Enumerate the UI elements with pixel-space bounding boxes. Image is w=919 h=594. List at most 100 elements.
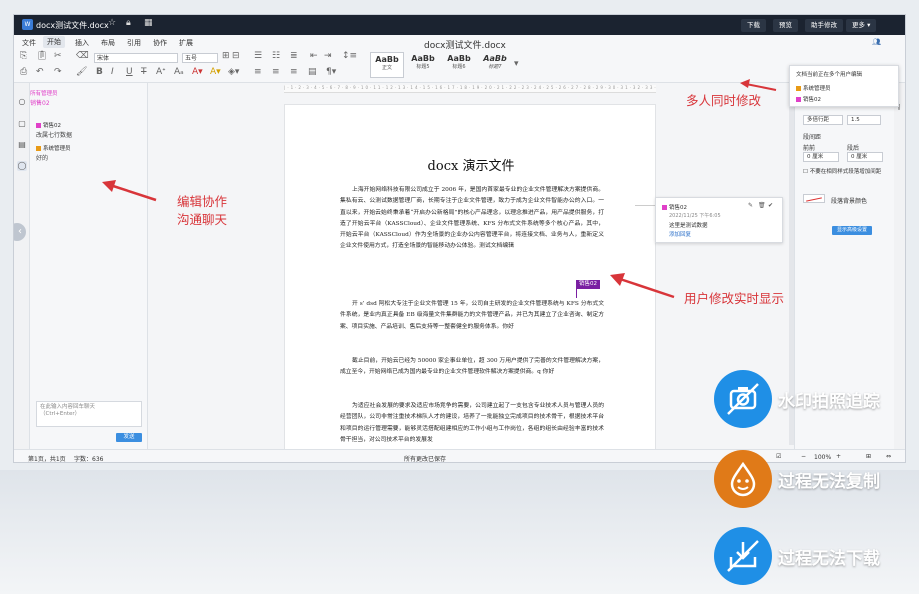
outdent-icon[interactable]: ⇤ — [310, 51, 318, 61]
strikethrough-icon[interactable]: T — [141, 67, 147, 77]
feature-label: 水印拍照追踪 — [778, 392, 880, 412]
qrcode-icon[interactable]: ▦ — [144, 18, 153, 28]
users-popup-title: 文档当前正在多个用户编辑 — [796, 72, 863, 78]
spacing-before-label: 前前 — [803, 145, 816, 152]
comment-edit-icon[interactable]: ✎ — [748, 202, 753, 209]
callout-multi-user: 多人同时修改 — [686, 93, 762, 108]
styles-more-icon[interactable]: ▾ — [514, 59, 519, 69]
align-left-icon[interactable]: ≡ — [254, 67, 262, 77]
spacing-after-input[interactable]: 0 厘米 — [847, 152, 883, 162]
numbered-list-icon[interactable]: ☷ — [272, 51, 280, 61]
shading-icon[interactable]: ◈▾ — [228, 67, 239, 77]
font-color-icon[interactable]: A▾ — [210, 67, 221, 77]
menu-home[interactable]: 开始 — [43, 36, 65, 48]
spacing-before-input[interactable]: 0 厘米 — [803, 152, 839, 162]
indent-icon[interactable]: ⇥ — [324, 51, 332, 61]
menu-extensions[interactable]: 扩展 — [179, 38, 193, 48]
menu-collab[interactable]: 协作 — [153, 38, 167, 48]
lock-icon[interactable]: 🔒︎ — [126, 18, 131, 28]
multilevel-list-icon[interactable]: ≣ — [290, 51, 298, 61]
chat-message-text: 改属七行数据 — [36, 132, 73, 139]
menu-references[interactable]: 引用 — [127, 38, 141, 48]
bold-icon[interactable]: B — [96, 67, 103, 77]
callout-chat: 编辑协作 沟通聊天 — [177, 194, 228, 227]
paragraph-mark-icon[interactable]: ¶▾ — [326, 67, 336, 77]
style-normal[interactable]: AaBb 正文 — [370, 52, 404, 78]
comment-resolve-icon[interactable]: ✔ — [768, 202, 773, 209]
subscript-icon[interactable]: Aₐ — [174, 67, 184, 77]
bullet-list-icon[interactable]: ☰ — [254, 51, 262, 61]
left-rail: ○ ▢ ▤ ◯ — [14, 83, 30, 462]
document-heading: docx 演示文件 — [427, 159, 515, 174]
print-icon[interactable]: ⎙ — [20, 67, 27, 77]
navigation-icon[interactable]: ▤ — [17, 140, 27, 150]
comment-card[interactable]: 销售02 ✎ 🗑︎ ✔ 2022/11/25 下午6:05 这里是测试数据 添加… — [655, 197, 783, 243]
comments-icon[interactable]: ▢ — [17, 119, 27, 129]
more-button[interactable]: 更多 ▾ — [846, 19, 877, 32]
remote-cursor-label: 销售02 — [576, 280, 600, 289]
font-family-select[interactable]: 宋体 — [94, 53, 178, 63]
menu-insert[interactable]: 插入 — [75, 38, 89, 48]
undo-icon[interactable]: ↶ — [36, 67, 44, 77]
feature-label: 过程无法下载 — [778, 549, 880, 569]
underline-icon[interactable]: U — [126, 67, 133, 77]
file-name: docx测试文件.docx — [36, 21, 109, 30]
show-advanced-settings-button[interactable]: 显示高级设置 — [832, 226, 872, 235]
cut-icon[interactable]: ✂ — [54, 51, 62, 61]
arrow-realtime — [610, 273, 675, 299]
chat-icon[interactable]: ◯ — [17, 161, 27, 171]
font-grow-icon[interactable]: ⊞ — [222, 51, 230, 61]
callout-realtime: 用户修改实时显示 — [684, 291, 785, 306]
same-style-checkbox[interactable]: ☐ 不要在相同样式段落增加间距 — [803, 167, 881, 175]
chat-message-text: 销售02 — [30, 100, 50, 107]
paragraph-2: 开 s’ dsd 阿松大专注于企业文件管理 15 年，公司自主研发的企业文件管理… — [340, 301, 604, 330]
feature-no-download: 过程无法下载 — [714, 527, 914, 587]
star-icon[interactable]: ☆ — [108, 18, 116, 28]
arrow-chat — [102, 180, 157, 202]
menu-layout[interactable]: 布局 — [101, 38, 115, 48]
active-user: 系统管理员 — [796, 84, 831, 92]
line-spacing-value-input[interactable]: 1.5 — [847, 115, 881, 125]
comment-reply-link[interactable]: 添加回复 — [669, 230, 691, 238]
align-center-icon[interactable]: ≡ — [272, 67, 280, 77]
send-button[interactable]: 发送 — [116, 433, 142, 442]
copy-icon[interactable]: ⎘ — [20, 51, 27, 61]
word-logo-icon: W — [22, 19, 33, 30]
style-heading7[interactable]: AaBb 标题7 — [478, 52, 512, 78]
align-right-icon[interactable]: ≡ — [290, 67, 298, 77]
users-icon[interactable]: 👥︎ — [872, 38, 881, 46]
redo-icon[interactable]: ↷ — [54, 67, 62, 77]
paragraph-spacing-label: 段间距 — [803, 134, 822, 141]
chat-message-text: 好的 — [36, 155, 49, 162]
horizontal-ruler: |·1·2·3·4·5·6·7·8·9·10·11·12·13·14·15·16… — [284, 85, 656, 93]
italic-icon[interactable]: I — [111, 67, 114, 77]
feature-no-copy: 过程无法复制 — [714, 450, 914, 510]
eraser-icon[interactable]: ⌫ — [76, 51, 89, 61]
save-status: 所有更改已保存 — [404, 456, 447, 463]
superscript-icon[interactable]: Aᐩ — [156, 67, 166, 77]
download-button[interactable]: 下载 — [741, 19, 766, 32]
chat-message-sender: 系统管理员 — [36, 144, 71, 152]
paste-icon[interactable]: 📋︎ — [36, 51, 47, 61]
style-heading6[interactable]: AaBb 标题6 — [442, 52, 476, 78]
font-shrink-icon[interactable]: ⊟ — [232, 51, 240, 61]
page-count: 第1页，共1页 — [28, 456, 66, 463]
line-spacing-icon[interactable]: ↕≡ — [342, 51, 357, 61]
spacing-after-label: 段后 — [847, 145, 860, 152]
format-painter-icon[interactable]: 🖌︎ — [76, 67, 87, 77]
chat-input[interactable]: 在此输入内容回车聊天 （Ctrl+Enter） — [36, 401, 142, 427]
assistant-edit-button[interactable]: 助手修改 — [805, 19, 843, 32]
preview-button[interactable]: 预览 — [773, 19, 798, 32]
document-page[interactable]: docx 演示文件 上海开始网络科技有限公司成立于 2006 年，是国内首家最专… — [284, 104, 656, 456]
style-heading5[interactable]: AaBb 标题5 — [406, 52, 440, 78]
highlight-icon[interactable]: A▾ — [192, 67, 203, 77]
title-bar: W docx测试文件.docx ☆ 🔒︎ ▦ 下载 预览 助手修改 更多 ▾ — [14, 15, 905, 35]
menu-file[interactable]: 文件 — [22, 38, 36, 48]
font-size-select[interactable]: 五号 — [182, 53, 218, 63]
comment-delete-icon[interactable]: 🗑︎ — [758, 202, 766, 209]
background-color-swatch[interactable] — [803, 194, 825, 203]
line-spacing-type-select[interactable]: 多倍行距 — [803, 115, 843, 125]
justify-icon[interactable]: ▤ — [308, 67, 317, 77]
search-icon[interactable]: ○ — [17, 97, 27, 107]
no-download-icon — [714, 527, 772, 585]
